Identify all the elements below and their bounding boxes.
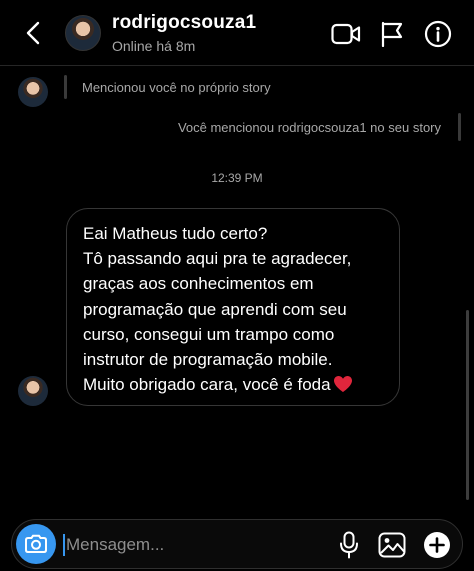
heart-icon: [333, 375, 353, 400]
message-timestamp: 12:39 PM: [211, 171, 263, 185]
back-button[interactable]: [20, 19, 46, 47]
camera-button[interactable]: [16, 524, 56, 564]
chevron-left-icon: [26, 21, 40, 45]
more-options-button[interactable]: [422, 530, 452, 560]
voice-message-button[interactable]: [334, 530, 364, 560]
message-line: graças aos conhecimentos em: [83, 274, 314, 294]
message-composer: [11, 519, 463, 569]
online-status: Online há 8m: [112, 38, 196, 54]
text-caret: [63, 534, 65, 556]
avatar[interactable]: [65, 15, 101, 51]
story-reply-bar-sent: [458, 113, 461, 141]
message-line: programação que aprendi com seu: [83, 299, 347, 319]
camera-icon: [25, 534, 47, 553]
message-last-line: Muito obrigado cara, você é foda: [83, 372, 383, 400]
gallery-icon: [378, 532, 406, 558]
avatar[interactable]: [18, 77, 48, 107]
video-camera-icon: [331, 23, 361, 45]
mention-received-text: Mencionou você no próprio story: [82, 80, 271, 95]
message-line: instrutor de programação mobile.: [83, 350, 333, 370]
info-button[interactable]: [422, 18, 454, 50]
microphone-icon: [340, 531, 358, 559]
report-button[interactable]: [376, 18, 408, 50]
plus-icon: [424, 532, 450, 558]
flag-icon: [381, 21, 403, 47]
message-line: curso, consegui um trampo como: [83, 324, 335, 344]
message-bubble[interactable]: Eai Matheus tudo certo? Tô passando aqui…: [66, 208, 400, 406]
message-line: Muito obrigado cara, você é foda: [83, 375, 331, 395]
chat-username[interactable]: rodrigocsouza1: [112, 12, 256, 34]
video-call-button[interactable]: [330, 18, 362, 50]
gallery-button[interactable]: [377, 530, 407, 560]
message-input[interactable]: [66, 531, 316, 559]
chat-header: rodrigocsouza1 Online há 8m: [0, 0, 474, 66]
story-mention-received[interactable]: Mencionou você no próprio story: [0, 73, 474, 111]
mention-sent-text[interactable]: Você mencionou rodrigocsouza1 no seu sto…: [178, 120, 441, 135]
info-icon: [424, 20, 452, 48]
avatar[interactable]: [18, 376, 48, 406]
scrollbar[interactable]: [466, 310, 469, 500]
message-line: Eai Matheus tudo certo?: [83, 224, 268, 243]
message-line: Tô passando aqui pra te agradecer,: [83, 249, 352, 269]
story-reply-bar: [64, 75, 67, 99]
